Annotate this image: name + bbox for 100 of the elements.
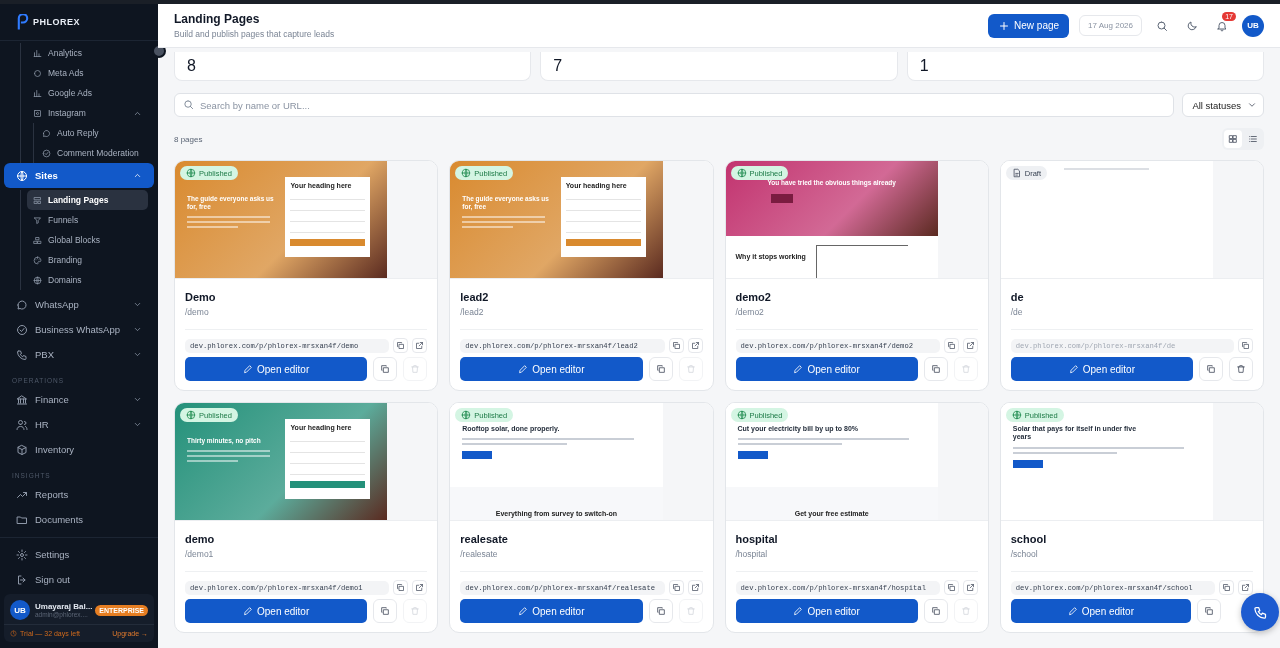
settings-icon: [16, 548, 28, 561]
nav-subitem[interactable]: Domains: [27, 270, 148, 290]
copy-url-button[interactable]: [1238, 338, 1253, 353]
open-link-button[interactable]: [412, 338, 428, 353]
list-icon: [1248, 134, 1258, 144]
nav-item[interactable]: PBX: [4, 342, 154, 367]
open-editor-button[interactable]: Open editor: [460, 357, 643, 381]
nav-subitem[interactable]: Analytics: [27, 43, 148, 63]
open-link-button[interactable]: [687, 580, 703, 595]
duplicate-button[interactable]: [373, 599, 398, 623]
open-link-button[interactable]: [962, 580, 978, 595]
bell-icon[interactable]: [1216, 19, 1228, 32]
moon-icon[interactable]: [1186, 19, 1198, 32]
nav-subitem[interactable]: Branding: [27, 250, 148, 270]
copy-icon: [655, 364, 666, 374]
copy-url-button[interactable]: [393, 580, 409, 595]
open-link-button[interactable]: [1238, 580, 1253, 595]
nav-item[interactable]: Sign out: [4, 567, 154, 592]
search-field[interactable]: Search by name or URL...: [174, 93, 1175, 117]
page-count: 8 pages: [174, 134, 203, 144]
nav-subitem[interactable]: Landing Pages: [27, 190, 148, 210]
page-slug: /demo2: [735, 307, 765, 317]
sign-out-icon: [16, 573, 28, 586]
copy-url-button[interactable]: [1219, 580, 1234, 595]
page-name: hospital: [735, 533, 779, 545]
nav-item[interactable]: Finance: [4, 387, 154, 412]
page-name: de: [1010, 291, 1025, 303]
open-editor-button[interactable]: Open editor: [735, 599, 918, 623]
nav-subitem[interactable]: Instagram: [27, 103, 148, 123]
nav-subitem[interactable]: Google Ads: [27, 83, 148, 103]
phone-icon: [1252, 604, 1268, 620]
camera-icon: [33, 108, 42, 118]
copy-url-button[interactable]: [943, 580, 959, 595]
external-link-icon: [965, 583, 975, 592]
globe-icon: [461, 168, 472, 178]
search-icon[interactable]: [1156, 19, 1168, 32]
chevron-down-icon[interactable]: [133, 300, 142, 309]
nav-item[interactable]: Documents: [4, 507, 154, 532]
chevron-down-icon[interactable]: [133, 395, 142, 404]
copy-icon: [380, 606, 391, 616]
pencil-icon: [243, 364, 253, 374]
open-editor-button[interactable]: Open editor: [185, 357, 368, 381]
duplicate-button[interactable]: [923, 599, 948, 623]
open-editor-button[interactable]: Open editor: [460, 599, 643, 623]
palette-icon: [33, 255, 42, 265]
nav-item[interactable]: Reports: [4, 482, 154, 507]
copy-url-button[interactable]: [668, 580, 684, 595]
duplicate-button[interactable]: [648, 357, 673, 381]
open-link-button[interactable]: [412, 580, 428, 595]
copy-url-button[interactable]: [668, 338, 684, 353]
nav-item[interactable]: WhatsApp: [4, 292, 154, 317]
stat-value: 1: [919, 57, 929, 75]
external-link-icon: [690, 583, 700, 592]
chevron-down-icon[interactable]: [133, 325, 142, 334]
copy-url-button[interactable]: [943, 338, 959, 353]
chevron-down-icon[interactable]: [133, 350, 142, 359]
delete-button[interactable]: [1229, 357, 1253, 381]
nav-item[interactable]: Business WhatsApp: [4, 317, 154, 342]
copy-icon: [930, 606, 941, 616]
nav-subitem[interactable]: Meta Ads: [27, 63, 148, 83]
chevron-up-icon[interactable]: [133, 171, 142, 180]
copy-url-button[interactable]: [393, 338, 409, 353]
open-link-button[interactable]: [962, 338, 978, 353]
duplicate-button[interactable]: [923, 357, 948, 381]
trash-icon: [410, 364, 421, 374]
nav-subitem[interactable]: Comment Moderation: [36, 143, 148, 163]
copy-icon: [380, 364, 391, 374]
call-button[interactable]: [1241, 593, 1279, 631]
preview-cta: [737, 451, 768, 460]
globe-icon: [736, 410, 747, 420]
nav-subitem[interactable]: Global Blocks: [27, 230, 148, 250]
status-filter[interactable]: All statuses: [1182, 93, 1264, 117]
copy-icon: [1204, 606, 1214, 616]
open-editor-button[interactable]: Open editor: [185, 599, 368, 623]
plus-icon: [998, 19, 1011, 32]
open-editor-button[interactable]: Open editor: [1010, 599, 1191, 623]
grid-view-button[interactable]: [1224, 130, 1242, 148]
user-avatar[interactable]: UB: [1242, 14, 1264, 37]
nav-item[interactable]: Inventory: [4, 437, 154, 462]
copy-icon: [396, 341, 406, 350]
nav-item[interactable]: HR: [4, 412, 154, 437]
chevron-down-icon[interactable]: [133, 420, 142, 429]
open-link-button[interactable]: [687, 338, 703, 353]
stat-value: 7: [553, 57, 563, 75]
nav-subitem[interactable]: Funnels: [27, 210, 148, 230]
duplicate-button[interactable]: [373, 357, 398, 381]
duplicate-button[interactable]: [1197, 599, 1221, 623]
document-icon: [1011, 168, 1022, 178]
nav-subitem[interactable]: Auto Reply: [36, 123, 148, 143]
page-name: realesate: [460, 533, 509, 545]
nav-item[interactable]: Settings: [4, 542, 154, 567]
users-icon: [16, 418, 28, 431]
pencil-icon: [243, 606, 253, 616]
duplicate-button[interactable]: [1199, 357, 1223, 381]
duplicate-button[interactable]: [648, 599, 673, 623]
nav-item[interactable]: Sites: [4, 163, 154, 188]
new-page-button[interactable]: New page: [988, 13, 1070, 38]
open-editor-button[interactable]: Open editor: [735, 357, 918, 381]
open-editor-button[interactable]: Open editor: [1010, 357, 1193, 381]
user-avatar[interactable]: UB: [10, 600, 30, 620]
